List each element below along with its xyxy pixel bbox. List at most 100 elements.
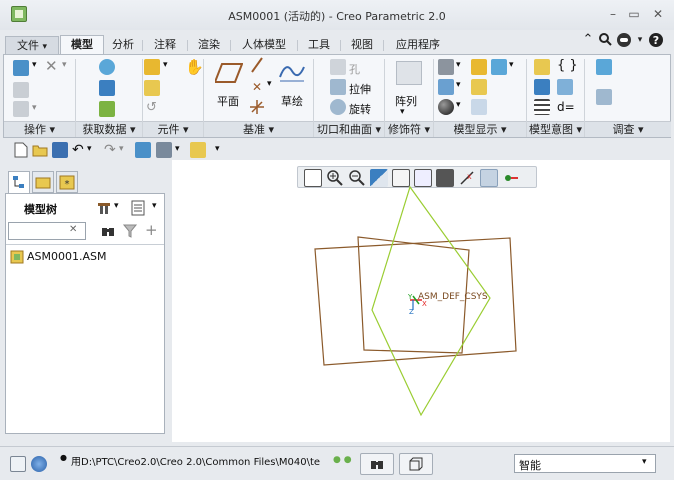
chevron-down-icon[interactable]: ▾ bbox=[215, 144, 220, 154]
d-equals-icon[interactable]: d= bbox=[557, 100, 575, 114]
bom-icon[interactable] bbox=[596, 59, 612, 75]
perspective-icon[interactable] bbox=[491, 59, 507, 75]
close-window-icon[interactable] bbox=[190, 142, 206, 158]
copy-icon[interactable] bbox=[13, 82, 29, 98]
chevron-down-icon[interactable]: ▾ bbox=[456, 100, 461, 110]
tab-annotate[interactable]: 注释 bbox=[143, 36, 187, 54]
switch-dimensions-icon[interactable] bbox=[534, 79, 550, 95]
copy-geometry-icon[interactable] bbox=[99, 80, 115, 96]
chevron-down-icon[interactable]: ▾ bbox=[456, 80, 461, 90]
sketch-icon[interactable] bbox=[278, 61, 306, 83]
settings-icon[interactable] bbox=[96, 200, 112, 216]
chevron-down-icon[interactable]: ▾ bbox=[32, 103, 37, 113]
chevron-down-icon[interactable]: ▾ bbox=[400, 107, 405, 117]
pattern-icon[interactable] bbox=[396, 61, 422, 85]
selection-filter-dropdown[interactable]: 智能 ▾ bbox=[514, 454, 656, 473]
pattern-label[interactable]: 阵列 bbox=[395, 93, 417, 109]
tab-render[interactable]: 渲染 bbox=[188, 36, 230, 54]
extrude-label[interactable]: 拉伸 bbox=[349, 81, 371, 97]
selection-box-button[interactable] bbox=[399, 453, 433, 475]
display-style-icon[interactable] bbox=[438, 99, 454, 115]
chevron-down-icon[interactable]: ▾ bbox=[87, 144, 92, 154]
chevron-down-icon[interactable]: ▾ bbox=[114, 201, 119, 211]
group-cut-surface-label[interactable]: 切口和曲面 ▾ bbox=[314, 121, 384, 137]
drag-components-icon[interactable]: ✋ bbox=[185, 58, 204, 76]
family-table-icon[interactable] bbox=[557, 79, 573, 95]
tree-search-input[interactable]: ✕ bbox=[8, 222, 86, 240]
help-icon[interactable]: ? bbox=[648, 32, 664, 48]
section-icon[interactable] bbox=[471, 59, 487, 75]
hole-icon[interactable] bbox=[330, 59, 346, 75]
hole-label[interactable]: 孔 bbox=[349, 61, 360, 77]
group-component-label[interactable]: 元件 ▾ bbox=[143, 121, 203, 137]
group-model-intent-label[interactable]: 模型意图 ▾ bbox=[527, 121, 584, 137]
manage-views-icon[interactable] bbox=[438, 79, 454, 95]
reference-viewer-icon[interactable] bbox=[596, 89, 612, 105]
undo-icon[interactable]: ↶ bbox=[72, 142, 84, 158]
user-defined-feature-icon[interactable] bbox=[99, 59, 115, 75]
table-icon[interactable] bbox=[534, 99, 550, 115]
chevron-down-icon[interactable]: ▾ bbox=[267, 79, 272, 89]
revolve-icon[interactable] bbox=[330, 99, 346, 115]
new-file-icon[interactable] bbox=[13, 142, 29, 158]
revolve-label[interactable]: 旋转 bbox=[349, 101, 371, 117]
csys-name-label[interactable]: ASM_DEF_CSYS bbox=[418, 292, 488, 302]
paste-icon[interactable] bbox=[13, 101, 29, 117]
find-icon[interactable] bbox=[100, 223, 116, 239]
windows-icon[interactable] bbox=[156, 142, 172, 158]
save-icon[interactable] bbox=[52, 142, 68, 158]
tab-file[interactable]: 文件 ▾ bbox=[5, 36, 59, 54]
group-datum-label[interactable]: 基准 ▾ bbox=[204, 121, 313, 137]
chevron-down-icon[interactable]: ▾ bbox=[119, 144, 124, 154]
create-component-icon[interactable] bbox=[144, 80, 160, 96]
redo-icon[interactable]: ↷ bbox=[104, 142, 116, 158]
chevron-down-icon[interactable]: ▾ bbox=[175, 144, 180, 154]
tab-analysis[interactable]: 分析 bbox=[104, 36, 142, 54]
shrinkwrap-icon[interactable] bbox=[99, 101, 115, 117]
search-icon[interactable] bbox=[597, 32, 613, 48]
add-column-icon[interactable]: + bbox=[145, 221, 158, 239]
tree-item[interactable]: ASM0001.ASM bbox=[10, 249, 160, 265]
filter-icon[interactable] bbox=[122, 223, 138, 239]
close-button[interactable]: ✕ bbox=[650, 7, 666, 21]
regenerate-icon[interactable] bbox=[13, 60, 29, 76]
chevron-down-icon[interactable]: ▾ bbox=[456, 60, 461, 70]
navigator-toggle-icon[interactable] bbox=[10, 456, 26, 472]
graphics-window[interactable]: x Y X Z ASM_DEF_CSYS bbox=[172, 160, 670, 442]
community-icon[interactable] bbox=[616, 32, 632, 48]
folder-browser-tab[interactable] bbox=[32, 171, 54, 193]
point-icon[interactable]: ✕ bbox=[249, 78, 265, 94]
chevron-down-icon[interactable]: ▾ bbox=[509, 60, 514, 70]
sketch-label[interactable]: 草绘 bbox=[281, 93, 303, 109]
tab-manikin[interactable]: 人体模型 bbox=[231, 36, 297, 54]
assemble-icon[interactable] bbox=[144, 59, 160, 75]
chevron-down-icon[interactable]: ▾ bbox=[632, 32, 648, 48]
layer-icon[interactable] bbox=[471, 79, 487, 95]
model-tree-tab[interactable] bbox=[8, 171, 30, 194]
open-folder-icon[interactable] bbox=[32, 142, 48, 158]
plane-label[interactable]: 平面 bbox=[217, 93, 239, 109]
appearance-gallery-icon[interactable] bbox=[438, 59, 454, 75]
browser-toggle-icon[interactable] bbox=[31, 456, 47, 472]
chevron-down-icon[interactable]: ▾ bbox=[32, 60, 37, 70]
tab-tools[interactable]: 工具 bbox=[298, 36, 340, 54]
group-modifiers-label[interactable]: 修饰符 ▾ bbox=[385, 121, 433, 137]
tab-applications[interactable]: 应用程序 bbox=[384, 36, 452, 54]
regenerate-icon[interactable] bbox=[135, 142, 151, 158]
chevron-down-icon[interactable]: ▾ bbox=[152, 201, 157, 211]
chevron-down-icon[interactable]: ▾ bbox=[163, 60, 168, 70]
tab-model[interactable]: 模型 bbox=[60, 35, 104, 54]
favorites-tab[interactable]: * bbox=[56, 171, 78, 193]
group-model-display-label[interactable]: 模型显示 ▾ bbox=[434, 121, 526, 137]
relations-icon[interactable]: { } bbox=[557, 58, 578, 73]
plane-icon[interactable] bbox=[215, 63, 243, 83]
collapse-ribbon-icon[interactable]: ⌃ bbox=[580, 32, 596, 48]
axis-icon[interactable] bbox=[249, 57, 265, 73]
clear-search-icon[interactable]: ✕ bbox=[69, 224, 77, 235]
group-investigate-label[interactable]: 调查 ▾ bbox=[585, 121, 671, 137]
extrude-icon[interactable] bbox=[330, 79, 346, 95]
repeat-icon[interactable]: ↺ bbox=[146, 100, 157, 115]
chevron-down-icon[interactable]: ▾ bbox=[62, 60, 67, 70]
group-get-data-label[interactable]: 获取数据 ▾ bbox=[76, 121, 142, 137]
tab-view[interactable]: 视图 bbox=[341, 36, 383, 54]
